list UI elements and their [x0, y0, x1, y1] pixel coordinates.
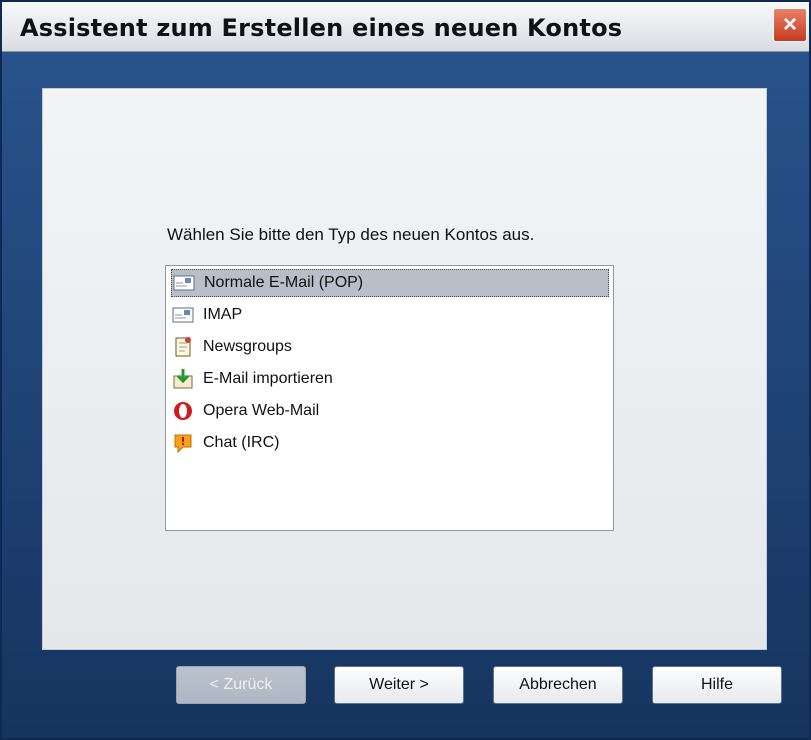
account-type-label: E-Mail importieren	[203, 370, 333, 387]
window-title: Assistent zum Erstellen eines neuen Kont…	[20, 14, 623, 42]
cancel-button[interactable]: Abbrechen	[493, 666, 623, 704]
help-button[interactable]: Hilfe	[652, 666, 782, 704]
wizard-panel: Wählen Sie bitte den Typ des neuen Konto…	[42, 88, 767, 650]
account-type-prompt: Wählen Sie bitte den Typ des neuen Konto…	[167, 225, 535, 244]
account-type-label: Opera Web-Mail	[203, 402, 320, 419]
account-type-chat-irc[interactable]: ! Chat (IRC)	[171, 429, 609, 457]
account-wizard-window: Assistent zum Erstellen eines neuen Kont…	[0, 0, 811, 740]
account-type-label: IMAP	[203, 306, 243, 323]
next-button[interactable]: Weiter >	[334, 666, 464, 704]
opera-icon	[171, 400, 195, 422]
mail-icon	[171, 304, 195, 326]
import-icon	[171, 368, 195, 390]
newsgroups-icon	[171, 336, 195, 358]
back-button[interactable]: < Zurück	[176, 666, 306, 704]
account-type-label: Chat (IRC)	[203, 434, 280, 451]
chat-icon: !	[171, 432, 195, 454]
account-type-import[interactable]: E-Mail importieren	[171, 365, 609, 393]
title-bar: Assistent zum Erstellen eines neuen Kont…	[2, 2, 809, 52]
svg-text:!: !	[180, 435, 185, 448]
account-type-opera-webmail[interactable]: Opera Web-Mail	[171, 397, 609, 425]
account-type-pop[interactable]: Normale E-Mail (POP)	[171, 269, 609, 297]
account-type-list[interactable]: Normale E-Mail (POP) IMAP Newsgroups E-M…	[165, 265, 614, 531]
mail-icon	[172, 272, 196, 294]
account-type-newsgroups[interactable]: Newsgroups	[171, 333, 609, 361]
account-type-label: Normale E-Mail (POP)	[204, 274, 364, 291]
account-type-imap[interactable]: IMAP	[171, 301, 609, 329]
close-button[interactable]: ×	[773, 8, 807, 42]
account-type-label: Newsgroups	[203, 338, 292, 355]
